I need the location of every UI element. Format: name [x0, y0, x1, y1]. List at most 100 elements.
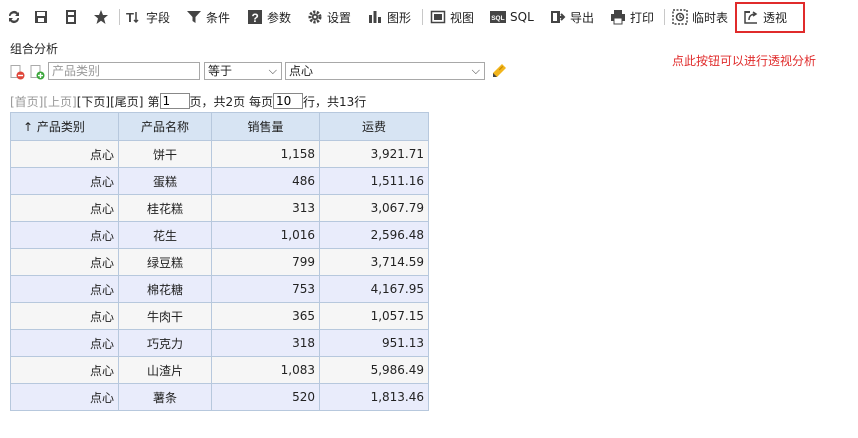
table-row[interactable]: 点心 花生 1,016 2,596.48	[10, 221, 429, 249]
cell-product: 绿豆糕	[118, 248, 212, 276]
printer-icon	[610, 9, 626, 25]
cell-category: 点心	[10, 248, 119, 276]
cell-category: 点心	[10, 356, 119, 384]
star-icon	[93, 9, 109, 25]
cell-product: 薯条	[118, 383, 212, 411]
toolbar-separator	[119, 9, 120, 25]
condition-button[interactable]: 条件	[186, 7, 230, 27]
cell-category: 点心	[10, 275, 119, 303]
rows-suffix: 行，共13行	[302, 94, 367, 109]
cell-product: 巧克力	[118, 329, 212, 357]
column-header-freight[interactable]: 运费	[319, 112, 429, 141]
cell-category: 点心	[10, 383, 119, 411]
svg-text:SQL: SQL	[491, 15, 504, 22]
cell-sales: 318	[211, 329, 320, 357]
condition-label: 条件	[206, 10, 231, 25]
toolbar-separator	[422, 9, 423, 25]
settings-button[interactable]: 设置	[307, 7, 351, 27]
save-icon	[33, 9, 49, 25]
sql-button[interactable]: SQL SQL	[490, 7, 534, 27]
table-row[interactable]: 点心 巧克力 318 951.13	[10, 329, 429, 357]
cell-sales: 753	[211, 275, 320, 303]
table-body: 点心 饼干 1,158 3,921.71 点心 蛋糕 486 1,511.16 点心 桂花糕 313…	[10, 140, 429, 411]
sql-label: SQL	[510, 10, 534, 24]
filter-icon	[186, 9, 202, 25]
add-condition-icon[interactable]	[30, 65, 45, 80]
temp-table-icon	[672, 9, 688, 25]
cell-freight: 3,714.59	[319, 248, 429, 276]
gear-icon	[307, 9, 323, 25]
data-table: ↑ 产品类别 产品名称 销售量 运费 点心 饼干 1,158 3,921.71 点心 蛋糕…	[10, 112, 429, 411]
cell-sales: 365	[211, 302, 320, 330]
page-number-input[interactable]	[159, 93, 190, 109]
prev-page-link[interactable]: [上页]	[43, 93, 76, 110]
remove-condition-icon[interactable]	[10, 65, 25, 80]
cell-category: 点心	[10, 302, 119, 330]
field-label: 字段	[146, 10, 171, 25]
refresh-button[interactable]	[6, 7, 22, 27]
svg-text:?: ?	[252, 11, 259, 25]
page-size-input[interactable]	[272, 93, 303, 109]
cell-product: 花生	[118, 221, 212, 249]
table-row[interactable]: 点心 薯条 520 1,813.46	[10, 383, 429, 411]
operator-value: 等于	[208, 64, 233, 78]
pivot-hint: 点此按钮可以进行透视分析	[672, 54, 817, 68]
cell-freight: 3,921.71	[319, 140, 429, 168]
refresh-icon	[6, 9, 22, 25]
field-button[interactable]: T 字段	[126, 7, 170, 27]
pencil-icon[interactable]	[491, 63, 506, 78]
cell-category: 点心	[10, 194, 119, 222]
table-row[interactable]: 点心 绿豆糕 799 3,714.59	[10, 248, 429, 276]
cell-sales: 486	[211, 167, 320, 195]
next-page-link[interactable]: [下页]	[77, 93, 110, 110]
page-suffix: 页，共2页 每页	[189, 94, 273, 109]
table-header-row: ↑ 产品类别 产品名称 销售量 运费	[10, 112, 429, 141]
cell-product: 山渣片	[118, 356, 212, 384]
cell-category: 点心	[10, 221, 119, 249]
value-select[interactable]: 点心 ⌵	[285, 62, 485, 80]
favorite-button[interactable]	[93, 7, 109, 27]
table-row[interactable]: 点心 蛋糕 486 1,511.16	[10, 167, 429, 195]
field-icon: T	[126, 9, 142, 25]
table-row[interactable]: 点心 饼干 1,158 3,921.71	[10, 140, 429, 168]
cell-sales: 313	[211, 194, 320, 222]
document-save-icon	[63, 9, 79, 25]
params-label: 参数	[267, 10, 292, 25]
table-row[interactable]: 点心 牛肉干 365 1,057.15	[10, 302, 429, 330]
cell-product: 饼干	[118, 140, 212, 168]
column-header-category[interactable]: ↑ 产品类别	[10, 112, 119, 141]
last-page-link[interactable]: [尾页]	[110, 93, 143, 110]
table-row[interactable]: 点心 山渣片 1,083 5,986.49	[10, 356, 429, 384]
svg-text:T: T	[126, 10, 134, 25]
first-page-link[interactable]: [首页]	[10, 93, 43, 110]
print-label: 打印	[630, 10, 655, 25]
temp-table-button[interactable]: 临时表	[672, 7, 728, 27]
cell-sales: 520	[211, 383, 320, 411]
sql-icon: SQL	[490, 9, 506, 25]
value-value: 点心	[289, 64, 314, 78]
cell-sales: 1,158	[211, 140, 320, 168]
export-button[interactable]: 导出	[550, 7, 594, 27]
column-header-sales[interactable]: 销售量	[211, 112, 320, 141]
field-input[interactable]	[48, 62, 200, 80]
params-button[interactable]: ? 参数	[247, 7, 291, 27]
print-button[interactable]: 打印	[610, 7, 654, 27]
save-button[interactable]	[33, 7, 49, 27]
cell-product: 桂花糕	[118, 194, 212, 222]
chart-button[interactable]: 图形	[367, 7, 411, 27]
view-icon	[430, 9, 446, 25]
table-row[interactable]: 点心 桂花糕 313 3,067.79	[10, 194, 429, 222]
cell-product: 棉花糖	[118, 275, 212, 303]
save-as-button[interactable]	[63, 7, 79, 27]
column-header-product[interactable]: 产品名称	[118, 112, 212, 141]
cell-sales: 1,016	[211, 221, 320, 249]
operator-select[interactable]: 等于 ⌵	[204, 62, 282, 80]
cell-freight: 951.13	[319, 329, 429, 357]
section-title: 组合分析	[10, 42, 59, 56]
view-button[interactable]: 视图	[430, 7, 474, 27]
chart-label: 图形	[387, 10, 412, 25]
toolbar-separator	[664, 9, 665, 25]
cell-category: 点心	[10, 167, 119, 195]
table-row[interactable]: 点心 棉花糖 753 4,167.95	[10, 275, 429, 303]
cell-product: 蛋糕	[118, 167, 212, 195]
